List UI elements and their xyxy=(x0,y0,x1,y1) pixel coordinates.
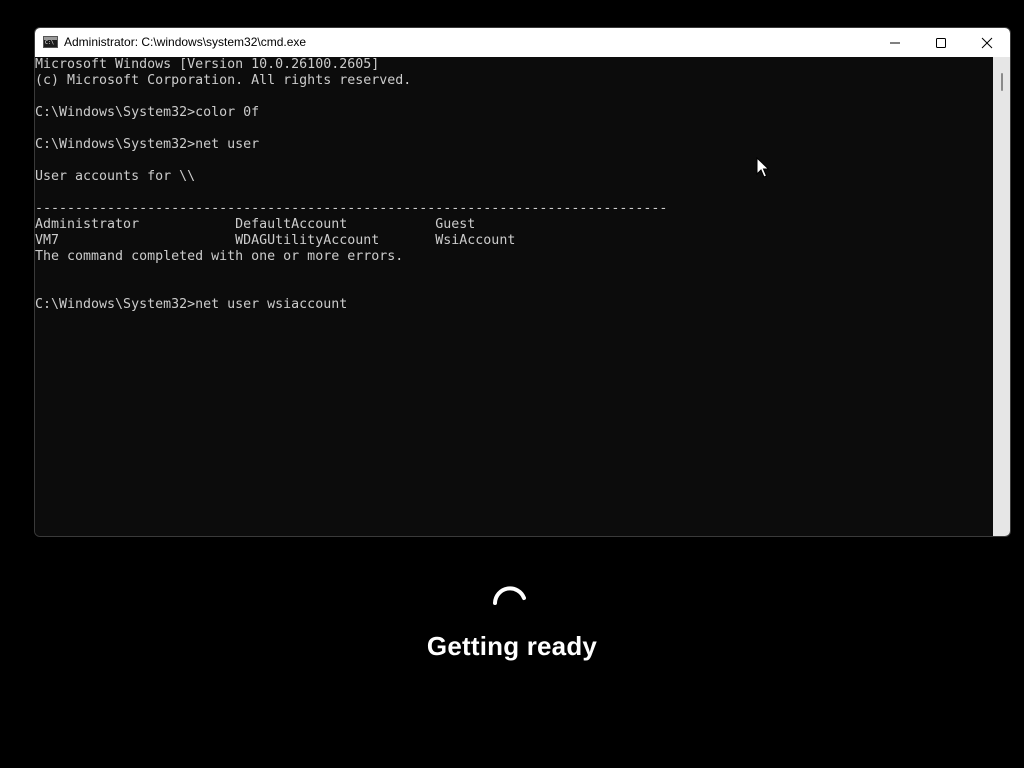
mouse-pointer-icon xyxy=(756,157,770,178)
terminal-line: User accounts for \\ xyxy=(35,169,196,184)
vertical-scrollbar[interactable] xyxy=(993,57,1010,536)
cmd-icon xyxy=(43,36,58,48)
status-text: Getting ready xyxy=(426,631,598,661)
close-button[interactable] xyxy=(964,28,1010,57)
terminal-line: Microsoft Windows [Version 10.0.26100.26… xyxy=(35,57,380,72)
terminal-line: Administrator DefaultAccount Guest xyxy=(35,217,476,232)
terminal-line: The command completed with one or more e… xyxy=(35,249,404,264)
maximize-icon xyxy=(936,37,946,48)
terminal-line: C:\Windows\System32>color 0f xyxy=(35,105,260,120)
terminal-line: VM7 WDAGUtilityAccount WsiAccount xyxy=(35,233,516,248)
terminal-line: C:\Windows\System32>net user xyxy=(35,137,260,152)
close-icon xyxy=(981,37,993,48)
minimize-button[interactable] xyxy=(872,28,918,57)
scrollbar-thumb[interactable] xyxy=(1001,73,1003,91)
cmd-window[interactable]: Administrator: C:\windows\system32\cmd.e… xyxy=(34,27,1011,537)
title-bar[interactable]: Administrator: C:\windows\system32\cmd.e… xyxy=(35,28,1010,57)
terminal-line: ----------------------------------------… xyxy=(35,201,668,216)
terminal-output[interactable]: Microsoft Windows [Version 10.0.26100.26… xyxy=(35,57,995,536)
minimize-icon xyxy=(890,42,900,43)
maximize-button[interactable] xyxy=(918,28,964,57)
window-title: Administrator: C:\windows\system32\cmd.e… xyxy=(64,35,307,49)
terminal-prompt-line[interactable]: C:\Windows\System32>net user wsiaccount xyxy=(35,297,995,313)
loading-spinner-icon xyxy=(493,586,526,605)
terminal-line: (c) Microsoft Corporation. All rights re… xyxy=(35,73,412,88)
